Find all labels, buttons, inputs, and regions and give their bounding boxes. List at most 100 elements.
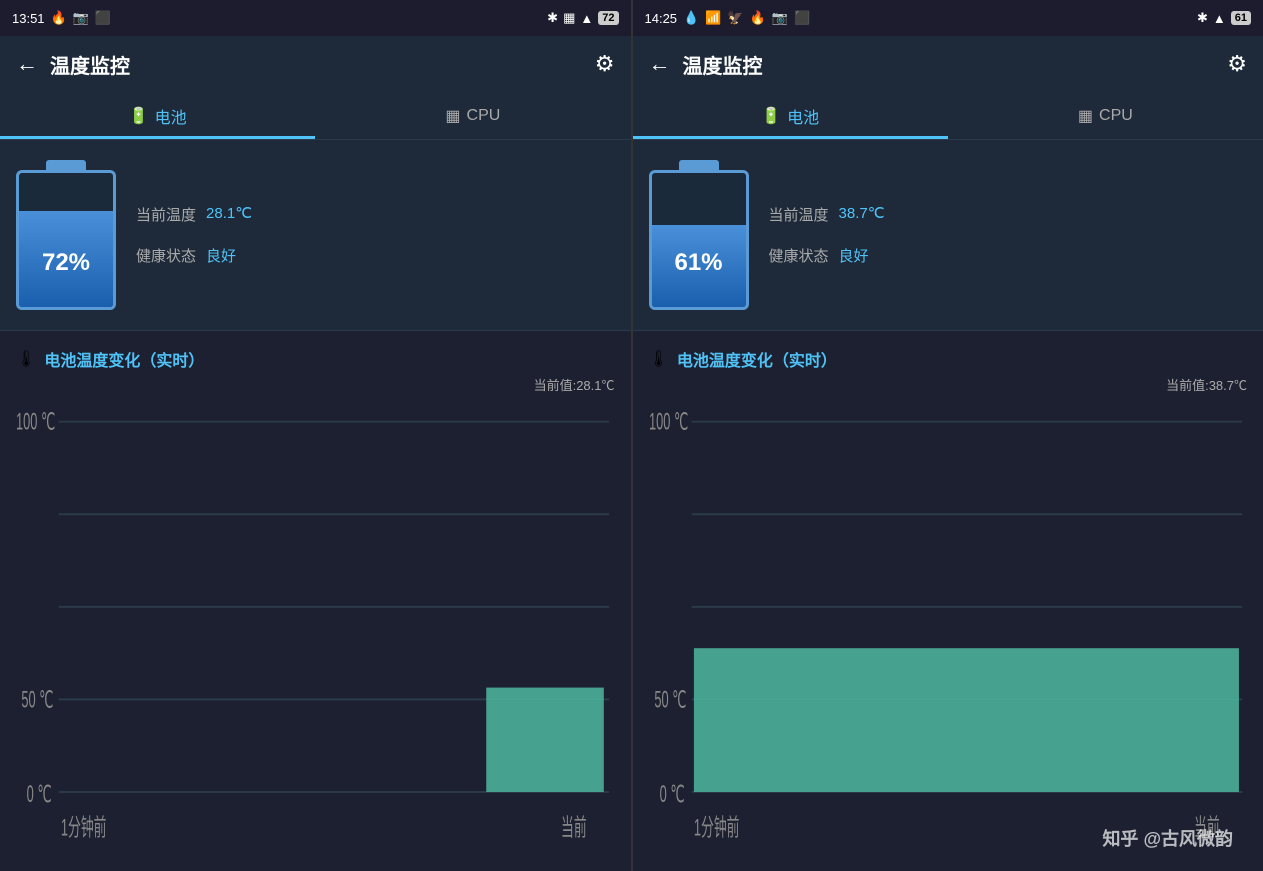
right-health-label: 健康状态	[769, 245, 829, 266]
left-battery-tab-label: 电池	[155, 104, 187, 128]
svg-text:当前: 当前	[1194, 814, 1220, 841]
right-chart-current-value: 38.7℃	[1209, 378, 1247, 393]
right-cpu-tab-label: CPU	[1099, 107, 1133, 125]
right-battery-section: 61% 当前温度 38.7℃ 健康状态 良好	[633, 140, 1263, 331]
right-battery-tab-label: 电池	[787, 104, 819, 128]
right-wifi-icon: ▲	[1213, 11, 1226, 26]
right-chart-area: 100 ℃ 50 ℃ 0 ℃ 1分钟前 当前	[649, 402, 1248, 855]
right-bird-icon: 🦅	[727, 10, 743, 26]
right-app-bar-left: ← 温度监控	[649, 50, 763, 79]
svg-text:1分钟前: 1分钟前	[693, 814, 739, 841]
left-screen-icon: ▦	[563, 10, 575, 26]
left-chart-current-label: 当前值:	[534, 378, 577, 393]
left-box-icon: ⬛	[95, 10, 111, 26]
right-box-icon: ⬛	[794, 10, 810, 26]
right-battery-visual: 61%	[649, 160, 749, 310]
right-battery-info: 当前温度 38.7℃ 健康状态 良好	[769, 204, 885, 266]
right-chart-section: 🌡 电池温度变化（实时） 当前值:38.7℃ 100 ℃ 50 ℃ 0 ℃	[633, 331, 1263, 871]
left-wifi-icon: ▲	[580, 11, 593, 26]
left-battery-badge: 72	[598, 11, 618, 25]
left-battery-tab-icon: 🔋	[129, 106, 149, 126]
right-chart-icon: 🌡	[649, 349, 669, 369]
right-health-row: 健康状态 良好	[769, 245, 885, 266]
left-app-title: 温度监控	[50, 50, 130, 79]
left-camera-icon: 📷	[73, 10, 89, 26]
left-temp-value: 28.1℃	[206, 204, 252, 225]
right-battery-tip	[679, 160, 719, 170]
left-bt-icon: ✱	[547, 10, 558, 26]
left-health-row: 健康状态 良好	[136, 245, 252, 266]
left-battery-info: 当前温度 28.1℃ 健康状态 良好	[136, 204, 252, 266]
right-camera-icon: 📷	[772, 10, 788, 26]
left-status-left: 13:51 🔥 📷 ⬛	[12, 10, 111, 26]
left-back-button[interactable]: ←	[16, 51, 38, 77]
svg-text:50 ℃: 50 ℃	[21, 687, 53, 713]
left-status-bar: 13:51 🔥 📷 ⬛ ✱ ▦ ▲ 72	[0, 0, 631, 36]
left-chart-current: 当前值:28.1℃	[16, 375, 615, 394]
right-chart-current-label: 当前值:	[1166, 378, 1209, 393]
right-battery-tab-icon: 🔋	[761, 106, 781, 126]
left-chart-title: 电池温度变化（实时）	[44, 347, 204, 371]
svg-text:0 ℃: 0 ℃	[27, 782, 52, 808]
right-temp-label: 当前温度	[769, 204, 829, 225]
left-chart-area: 100 ℃ 50 ℃ 0 ℃ 1分钟前 当前	[16, 402, 615, 855]
left-battery-percent: 72%	[42, 249, 90, 277]
right-back-button[interactable]: ←	[649, 51, 671, 77]
left-cpu-tab-icon: ▦	[445, 106, 460, 126]
left-health-value: 良好	[206, 245, 236, 266]
right-temp-row: 当前温度 38.7℃	[769, 204, 885, 225]
right-cpu-tab-icon: ▦	[1078, 106, 1093, 126]
left-battery-tip	[46, 160, 86, 170]
left-status-right: ✱ ▦ ▲ 72	[547, 10, 618, 26]
right-drop-icon: 💧	[683, 10, 699, 26]
right-fire-icon: 🔥	[750, 10, 766, 26]
right-app-bar: ← 温度监控 ⚙	[633, 36, 1263, 92]
left-settings-button[interactable]: ⚙	[595, 51, 615, 77]
svg-text:100 ℃: 100 ℃	[649, 410, 688, 436]
left-chart-icon: 🌡	[16, 349, 36, 369]
left-chart-section: 🌡 电池温度变化（实时） 当前值:28.1℃ 100 ℃ 50 ℃ 0 ℃	[0, 331, 631, 871]
left-battery-body: 72%	[16, 170, 116, 310]
right-battery-body: 61%	[649, 170, 749, 310]
right-tab-cpu[interactable]: ▦ CPU	[948, 92, 1263, 139]
right-status-bar: 14:25 💧 📶 🦅 🔥 📷 ⬛ ✱ ▲ 61	[633, 0, 1263, 36]
svg-text:当前: 当前	[561, 814, 587, 841]
right-tab-battery[interactable]: 🔋 电池	[633, 92, 948, 139]
left-tab-battery[interactable]: 🔋 电池	[0, 92, 315, 139]
left-cpu-tab-label: CPU	[467, 107, 501, 125]
left-tab-cpu[interactable]: ▦ CPU	[315, 92, 630, 139]
left-tab-bar: 🔋 电池 ▦ CPU	[0, 92, 631, 140]
svg-text:100 ℃: 100 ℃	[16, 410, 55, 436]
right-time: 14:25	[645, 11, 678, 26]
left-app-bar: ← 温度监控 ⚙	[0, 36, 631, 92]
right-chart-header: 🌡 电池温度变化（实时）	[649, 347, 1248, 371]
right-tab-bar: 🔋 电池 ▦ CPU	[633, 92, 1263, 140]
left-battery-section: 72% 当前温度 28.1℃ 健康状态 良好	[0, 140, 631, 331]
left-time: 13:51	[12, 11, 45, 26]
right-battery-percent: 61%	[674, 249, 722, 277]
right-chart-svg: 100 ℃ 50 ℃ 0 ℃ 1分钟前 当前	[649, 402, 1248, 855]
left-panel: 13:51 🔥 📷 ⬛ ✱ ▦ ▲ 72 ← 温度监控 ⚙ 🔋 电池 ▦ CPU	[0, 0, 632, 871]
left-health-label: 健康状态	[136, 245, 196, 266]
left-app-bar-left: ← 温度监控	[16, 50, 130, 79]
svg-text:50 ℃: 50 ℃	[654, 687, 686, 713]
right-bt-icon: ✱	[1197, 10, 1208, 26]
left-chart-svg: 100 ℃ 50 ℃ 0 ℃ 1分钟前 当前	[16, 402, 615, 855]
right-health-value: 良好	[839, 245, 869, 266]
right-signal-icon: 📶	[705, 10, 721, 26]
left-battery-visual: 72%	[16, 160, 116, 310]
svg-text:0 ℃: 0 ℃	[659, 782, 684, 808]
left-chart-header: 🌡 电池温度变化（实时）	[16, 347, 615, 371]
right-battery-badge: 61	[1231, 11, 1251, 25]
right-status-left: 14:25 💧 📶 🦅 🔥 📷 ⬛	[645, 10, 811, 26]
right-status-right: ✱ ▲ 61	[1197, 10, 1251, 26]
left-temp-label: 当前温度	[136, 204, 196, 225]
right-settings-button[interactable]: ⚙	[1227, 51, 1247, 77]
right-panel: 14:25 💧 📶 🦅 🔥 📷 ⬛ ✱ ▲ 61 ← 温度监控 ⚙ 🔋 电池 ▦	[632, 0, 1263, 871]
right-temp-value: 38.7℃	[839, 204, 885, 225]
left-fire-icon: 🔥	[51, 10, 67, 26]
right-chart-title: 电池温度变化（实时）	[677, 347, 837, 371]
left-chart-current-value: 28.1℃	[576, 378, 614, 393]
right-app-title: 温度监控	[683, 50, 763, 79]
left-temp-row: 当前温度 28.1℃	[136, 204, 252, 225]
